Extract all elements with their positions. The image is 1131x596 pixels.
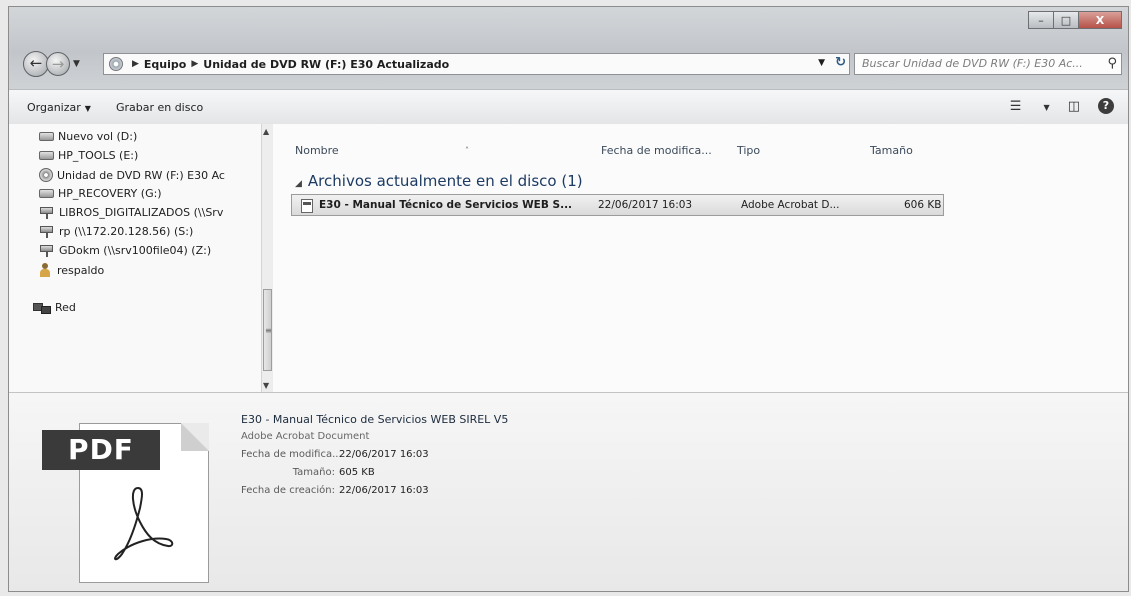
- chevron-right-icon[interactable]: ▶: [132, 59, 139, 69]
- organize-label: Organizar: [27, 100, 81, 114]
- pdf-thumbnail: PDF: [42, 423, 209, 583]
- column-header-date[interactable]: Fecha de modifica...: [601, 144, 712, 157]
- search-input[interactable]: Buscar Unidad de DVD RW (F:) E30 Ac... ⚲: [854, 53, 1122, 75]
- burn-to-disc-button[interactable]: Grabar en disco: [116, 101, 203, 114]
- help-icon[interactable]: ?: [1098, 98, 1114, 114]
- sidebar-item-label: respaldo: [57, 263, 105, 277]
- sidebar-item-label: Unidad de DVD RW (F:) E30 Ac: [57, 168, 225, 182]
- collapse-triangle-icon[interactable]: ◢: [295, 179, 302, 189]
- details-size-key: Tamaño:: [292, 467, 335, 478]
- table-row[interactable]: E30 - Manual Técnico de Servicios WEB S.…: [291, 194, 944, 216]
- breadcrumb-equipo[interactable]: Equipo: [144, 58, 186, 71]
- change-view-icon[interactable]: ☰ ▼: [1010, 99, 1050, 114]
- acrobat-logo-icon: [114, 486, 174, 561]
- explorer-window: – □ X ← → ▼ ▶ Equipo ▶ Unidad de DVD RW …: [8, 6, 1129, 592]
- refresh-icon[interactable]: ↻: [835, 55, 846, 70]
- pdf-file-icon: [301, 199, 313, 213]
- details-created-key: Fecha de creación:: [241, 485, 335, 496]
- network-drive-icon: [39, 225, 55, 238]
- sidebar-item-libros-digitalizados[interactable]: LIBROS_DIGITALIZADOS (\\Srv: [39, 206, 223, 219]
- sidebar-item-label: Nuevo vol (D:): [58, 130, 138, 143]
- group-header-label: Archivos actualmente en el disco (1): [307, 172, 583, 190]
- sidebar-item-label: rp (\\172.20.128.56) (S:): [59, 225, 194, 238]
- drive-icon: [39, 132, 54, 141]
- sidebar-item-label: HP_TOOLS (E:): [58, 149, 139, 162]
- organize-button[interactable]: Organizar ▼: [27, 101, 91, 114]
- file-date: 22/06/2017 16:03: [598, 199, 693, 211]
- details-title: E30 - Manual Técnico de Servicios WEB SI…: [241, 413, 509, 426]
- details-created-row: Fecha de creación: 22/06/2017 16:03: [241, 485, 429, 496]
- details-created-value: 22/06/2017 16:03: [339, 485, 429, 496]
- sidebar-item-label: GDokm (\\srv100file04) (Z:): [59, 244, 212, 257]
- pdf-label: PDF: [42, 430, 160, 470]
- dvd-icon: [109, 57, 123, 71]
- file-type: Adobe Acrobat D...: [741, 199, 840, 211]
- sidebar-item-rp[interactable]: rp (\\172.20.128.56) (S:): [39, 225, 193, 238]
- caption-buttons: – □ X: [1028, 11, 1122, 29]
- column-header-size[interactable]: Tamaño: [870, 144, 913, 157]
- sidebar-item-label: HP_RECOVERY (G:): [58, 187, 162, 200]
- title-bar: – □ X ← → ▼ ▶ Equipo ▶ Unidad de DVD RW …: [9, 7, 1128, 89]
- page-fold: [181, 423, 209, 451]
- maximize-button[interactable]: □: [1053, 11, 1079, 29]
- sidebar-item-label: LIBROS_DIGITALIZADOS (\\Srv: [59, 206, 224, 219]
- command-bar: Organizar ▼ Grabar en disco ☰ ▼ ◫ ?: [9, 89, 1128, 125]
- column-header-name[interactable]: Nombre ˄: [295, 144, 469, 157]
- address-dropdown[interactable]: ▼: [818, 58, 825, 68]
- details-pane: PDF E30 - Manual Técnico de Servicios WE…: [9, 392, 1128, 591]
- file-list: Nombre ˄ Fecha de modifica... Tipo Tamañ…: [273, 124, 1128, 392]
- sidebar-item-respaldo[interactable]: respaldo: [39, 263, 104, 277]
- column-header-type[interactable]: Tipo: [737, 144, 760, 157]
- sidebar-item-hp-tools[interactable]: HP_TOOLS (E:): [39, 149, 138, 162]
- minimize-button[interactable]: –: [1028, 11, 1054, 29]
- file-size: 606 KB: [904, 199, 942, 211]
- sidebar-item-dvd-drive[interactable]: Unidad de DVD RW (F:) E30 Ac: [39, 168, 225, 182]
- grip-icon: ≡: [265, 326, 272, 335]
- column-header-label: Nombre: [295, 144, 339, 157]
- drive-icon: [39, 151, 54, 160]
- sidebar-item-red[interactable]: Red: [33, 301, 76, 314]
- sidebar-item-nuevo-vol[interactable]: Nuevo vol (D:): [39, 130, 137, 143]
- forward-button[interactable]: →: [46, 52, 70, 76]
- chevron-down-icon: ▼: [84, 103, 91, 113]
- details-size-row: Tamaño: 605 KB: [241, 467, 375, 478]
- details-modified-key: Fecha de modifica...: [241, 449, 342, 460]
- sidebar-item-hp-recovery[interactable]: HP_RECOVERY (G:): [39, 187, 162, 200]
- details-size-value: 605 KB: [339, 467, 375, 478]
- scrollbar-thumb[interactable]: ≡: [263, 289, 272, 371]
- scroll-down-arrow-icon[interactable]: ▼: [263, 381, 269, 390]
- breadcrumb-dvd-drive[interactable]: Unidad de DVD RW (F:) E30 Actualizado: [203, 58, 449, 71]
- file-name: E30 - Manual Técnico de Servicios WEB S.…: [319, 199, 573, 211]
- recent-pages-dropdown[interactable]: ▼: [73, 59, 80, 69]
- search-icon[interactable]: ⚲: [1107, 54, 1117, 74]
- network-icon: [33, 302, 51, 314]
- group-header[interactable]: ◢ Archivos actualmente en el disco (1): [295, 172, 583, 190]
- sidebar-item-gdokm[interactable]: GDokm (\\srv100file04) (Z:): [39, 244, 211, 257]
- navigation-pane: Nuevo vol (D:) HP_TOOLS (E:) Unidad de D…: [9, 124, 271, 392]
- search-placeholder: Buscar Unidad de DVD RW (F:) E30 Ac...: [862, 57, 1083, 70]
- sidebar-item-label: Red: [55, 301, 76, 314]
- drive-icon: [39, 189, 54, 198]
- details-modified-row: Fecha de modifica...22/06/2017 16:03: [241, 449, 429, 460]
- preview-pane-icon[interactable]: ◫: [1068, 99, 1080, 114]
- nav-buttons: ← → ▼: [23, 51, 80, 77]
- dvd-icon: [39, 168, 53, 182]
- scroll-up-arrow-icon[interactable]: ▲: [263, 127, 269, 136]
- network-drive-icon: [39, 244, 55, 257]
- close-button[interactable]: X: [1078, 11, 1122, 29]
- forward-arrow-icon: →: [51, 55, 65, 73]
- details-modified-value: 22/06/2017 16:03: [339, 449, 429, 460]
- view-controls: ☰ ▼ ◫ ?: [992, 98, 1114, 114]
- details-kind: Adobe Acrobat Document: [241, 431, 370, 442]
- network-drive-icon: [39, 206, 55, 219]
- chevron-right-icon[interactable]: ▶: [191, 59, 198, 69]
- sort-caret-icon: ˄: [465, 146, 469, 155]
- address-bar[interactable]: ▶ Equipo ▶ Unidad de DVD RW (F:) E30 Act…: [103, 53, 850, 75]
- user-folder-icon: [39, 263, 51, 277]
- back-arrow-icon: ←: [29, 54, 43, 72]
